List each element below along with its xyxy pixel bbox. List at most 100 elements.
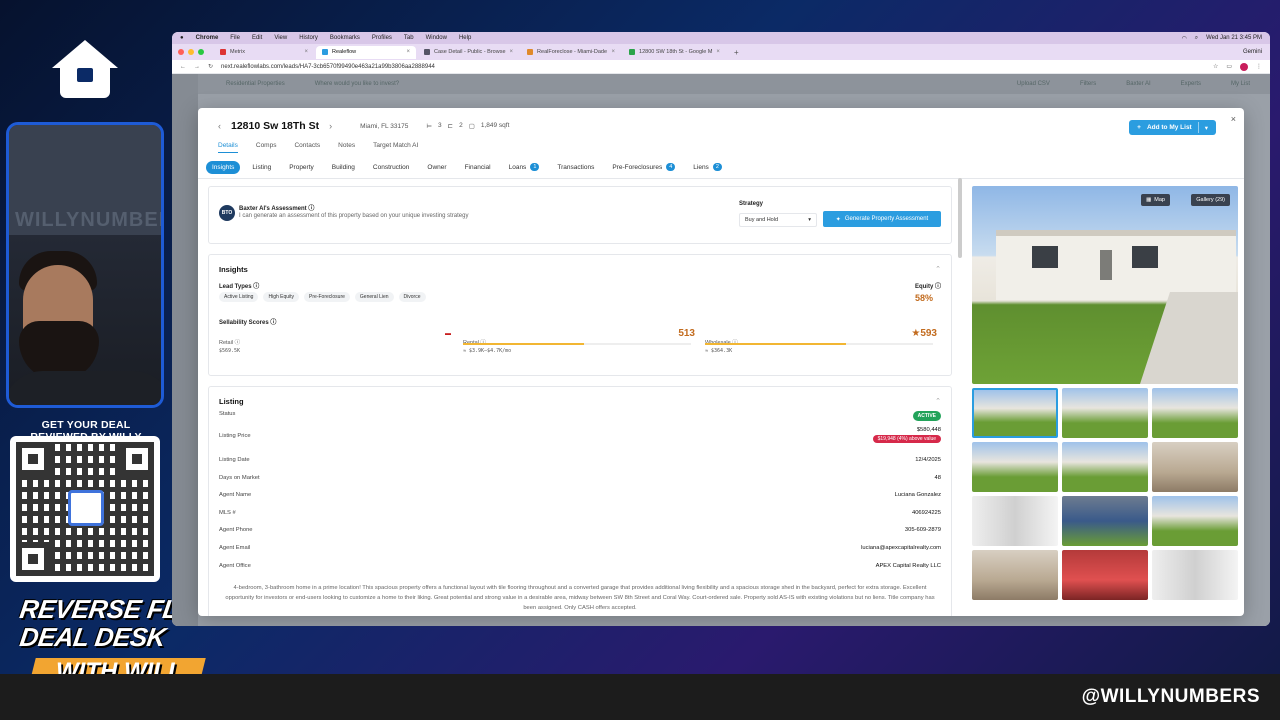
- menu-help[interactable]: Help: [459, 35, 471, 41]
- chevron-down-icon[interactable]: ▾: [1205, 124, 1208, 132]
- subtab-transactions[interactable]: Transactions: [551, 161, 600, 174]
- subtab-pre-foreclosures[interactable]: Pre-Foreclosures 4: [606, 160, 681, 174]
- score-bar-fill: [705, 343, 847, 345]
- info-icon[interactable]: ⓘ: [270, 320, 276, 326]
- listing-row: MLS #406924225: [219, 510, 941, 516]
- tab-close-icon[interactable]: ×: [406, 49, 410, 55]
- tab-target-match-ai[interactable]: Target Match AI: [373, 142, 418, 153]
- modal-header: ‹ 12810 Sw 18Th St › Miami, FL 33175 ⊨ 3 …: [198, 108, 1244, 144]
- menu-history[interactable]: History: [299, 35, 318, 41]
- score-range: $569.5K: [219, 348, 241, 354]
- hero-photo[interactable]: ▦ Map Gallery (29): [972, 186, 1238, 384]
- subtab-construction[interactable]: Construction: [367, 161, 416, 174]
- liens-count-badge: 2: [712, 163, 722, 171]
- divider: [198, 178, 1244, 179]
- wifi-icon[interactable]: ◠: [1181, 35, 1186, 42]
- map-button[interactable]: ▦ Map: [1141, 194, 1170, 206]
- browser-tab-metrix[interactable]: Metrix ×: [214, 46, 314, 59]
- photo-thumbnail[interactable]: [1062, 442, 1148, 492]
- generate-assessment-button[interactable]: ✦ Generate Property Assessment: [823, 211, 941, 227]
- tab-close-icon[interactable]: ×: [510, 49, 514, 55]
- info-icon[interactable]: ⓘ: [935, 284, 941, 290]
- qr-center-logo-icon: [68, 490, 104, 526]
- browser-tab-google-maps[interactable]: 12800 SW 18th St - Google M ×: [623, 46, 726, 59]
- bookmark-star-icon[interactable]: ☆: [1213, 63, 1218, 70]
- menu-edit[interactable]: Edit: [252, 35, 262, 41]
- photo-thumbnail[interactable]: [1152, 388, 1238, 438]
- agent-email-link[interactable]: luciana@apexcapitalrealty.com: [861, 545, 941, 551]
- browser-tab-case-detail[interactable]: Case Detail - Public - Browse ×: [418, 46, 519, 59]
- reload-icon[interactable]: ↻: [208, 63, 213, 70]
- bed-icon: ⊨: [426, 123, 432, 130]
- strategy-select[interactable]: Buy and Hold ▾: [739, 213, 817, 227]
- subtab-building[interactable]: Building: [326, 161, 361, 174]
- lead-tag: Active Listing: [219, 292, 259, 302]
- scrollbar[interactable]: [958, 178, 962, 258]
- photo-thumbnail[interactable]: [1152, 496, 1238, 546]
- gemini-button[interactable]: Gemini: [1243, 49, 1262, 55]
- photo-thumbnail[interactable]: [1062, 388, 1148, 438]
- tab-contacts[interactable]: Contacts: [294, 142, 320, 153]
- subtab-insights[interactable]: Insights: [206, 160, 241, 174]
- menu-file[interactable]: File: [230, 35, 240, 41]
- tab-close-icon[interactable]: ×: [716, 49, 720, 55]
- close-window-icon[interactable]: [178, 49, 184, 55]
- listing-row: Agent Name Luciana Gonzalez: [219, 492, 941, 498]
- listing-price: $580,448: [916, 427, 941, 433]
- subtab-owner[interactable]: Owner: [421, 161, 452, 174]
- collapse-chevron-icon[interactable]: ⌃: [935, 397, 941, 405]
- gallery-button[interactable]: Gallery (29): [1191, 194, 1230, 206]
- menu-bookmarks[interactable]: Bookmarks: [330, 35, 360, 41]
- tab-close-icon[interactable]: ×: [304, 49, 308, 55]
- add-to-list-button[interactable]: + Add to My List ▾: [1129, 120, 1216, 135]
- browser-tab-realforeclose[interactable]: RealForeclose - Miami-Dade ×: [521, 46, 621, 59]
- listing-row: Agent Office APEX Capital Realty LLC: [219, 563, 941, 569]
- above-value-badge: $19,948 (4%) above value: [872, 435, 941, 443]
- menu-window[interactable]: Window: [426, 35, 447, 41]
- tab-close-icon[interactable]: ×: [612, 49, 616, 55]
- subtab-financial[interactable]: Financial: [459, 161, 497, 174]
- subtab-loans[interactable]: Loans 1: [503, 160, 546, 174]
- browser-tab-realeflow[interactable]: Realeflow ×: [316, 45, 416, 59]
- subtab-property[interactable]: Property: [283, 161, 320, 174]
- sidebar-icon[interactable]: ▭: [1226, 63, 1232, 70]
- photo-thumbnail[interactable]: [1062, 550, 1148, 600]
- apple-icon[interactable]: ●: [180, 35, 184, 41]
- behind-upload: Upload CSV: [1016, 81, 1050, 87]
- menu-app[interactable]: Chrome: [196, 35, 219, 41]
- new-tab-button[interactable]: +: [728, 48, 745, 57]
- house-logo-icon: [52, 40, 118, 100]
- menu-view[interactable]: View: [274, 35, 287, 41]
- add-to-list-label: Add to My List: [1146, 124, 1192, 131]
- maximize-window-icon[interactable]: [198, 49, 204, 55]
- collapse-chevron-icon[interactable]: ⌃: [935, 265, 941, 273]
- minimize-window-icon[interactable]: [188, 49, 194, 55]
- next-property-icon[interactable]: ›: [329, 121, 332, 131]
- photo-thumbnail[interactable]: [1152, 442, 1238, 492]
- more-menu-icon[interactable]: ⋮: [1256, 63, 1262, 70]
- info-icon[interactable]: ⓘ: [308, 206, 314, 212]
- photo-thumbnail[interactable]: [1152, 550, 1238, 600]
- tab-comps[interactable]: Comps: [256, 142, 277, 153]
- photo-thumbnail[interactable]: [972, 442, 1058, 492]
- menu-clock[interactable]: Wed Jan 21 3:45 PM: [1206, 35, 1262, 42]
- subtab-liens[interactable]: Liens 2: [687, 160, 728, 174]
- menu-profiles[interactable]: Profiles: [372, 35, 392, 41]
- back-icon[interactable]: ←: [180, 64, 186, 70]
- tab-details[interactable]: Details: [218, 142, 238, 153]
- profile-avatar[interactable]: [1240, 62, 1248, 71]
- info-icon[interactable]: ⓘ: [253, 284, 259, 290]
- modal-close-icon[interactable]: ×: [1231, 114, 1236, 124]
- subtab-listing[interactable]: Listing: [246, 161, 277, 174]
- tab-notes[interactable]: Notes: [338, 142, 355, 153]
- photo-thumbnail[interactable]: [972, 550, 1058, 600]
- forward-icon[interactable]: →: [194, 64, 200, 70]
- prev-property-icon[interactable]: ‹: [218, 121, 221, 131]
- url-field[interactable]: next.realeflowlabs.com/leads/HA7-3cb6570…: [221, 64, 435, 70]
- photo-thumbnail[interactable]: [972, 388, 1058, 438]
- photo-thumbnail[interactable]: [1062, 496, 1148, 546]
- photo-thumbnail[interactable]: [972, 496, 1058, 546]
- search-icon[interactable]: ⌕: [1195, 35, 1198, 42]
- baxter-assessment-card: BTO Baxter AI's Assessment ⓘ I can gener…: [208, 186, 952, 244]
- menu-tab[interactable]: Tab: [404, 35, 414, 41]
